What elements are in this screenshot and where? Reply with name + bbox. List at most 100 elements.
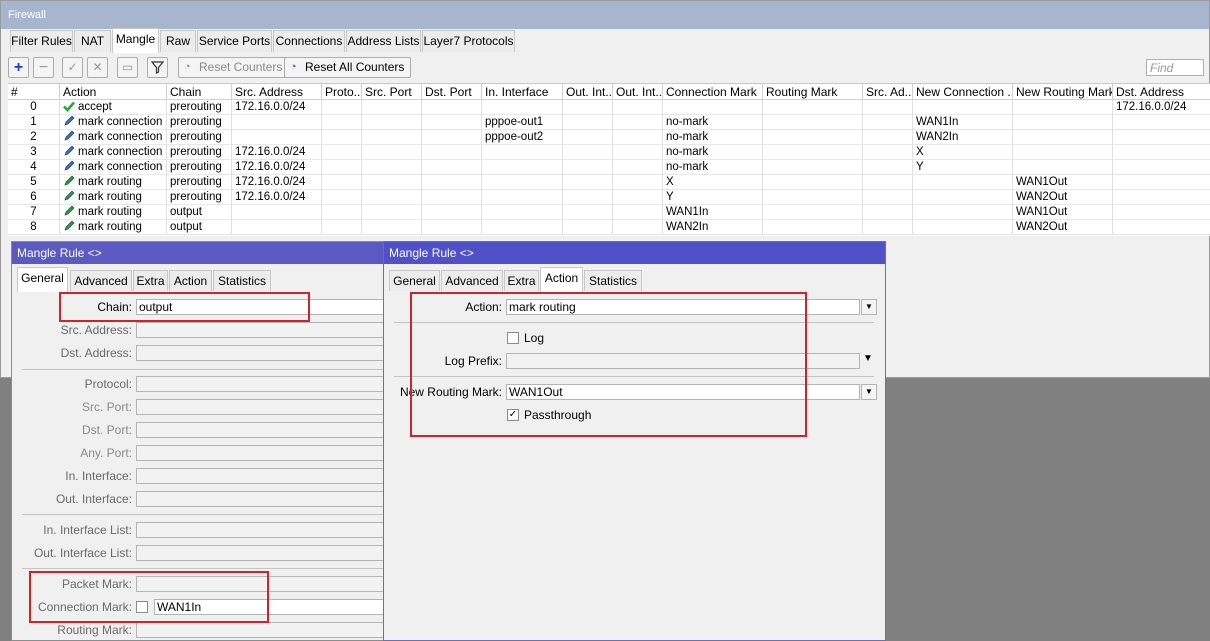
table-row[interactable]: 0 accept prerouting 172.16.0.0/24 172.16.0.0… bbox=[8, 100, 1210, 115]
tab-layer7-protocols[interactable]: Layer7 Protocols bbox=[422, 30, 515, 52]
cell-num: 1 bbox=[8, 115, 60, 130]
column-header[interactable]: Src. Port bbox=[362, 84, 422, 100]
column-header[interactable]: Routing Mark bbox=[763, 84, 863, 100]
reset-all-counters-button[interactable]: ◔ Reset All Counters bbox=[284, 57, 412, 78]
cell bbox=[763, 145, 863, 160]
any-port-field[interactable] bbox=[136, 445, 386, 461]
tab-action[interactable]: Action bbox=[169, 270, 212, 291]
add-button[interactable]: + bbox=[8, 57, 29, 78]
general-window-title[interactable]: Mangle Rule <> bbox=[12, 242, 383, 264]
column-header[interactable]: Src. Ad... bbox=[863, 84, 913, 100]
tab-statistics[interactable]: Statistics bbox=[584, 270, 642, 291]
column-header[interactable]: Proto... bbox=[322, 84, 362, 100]
connection-mark-field[interactable]: WAN1In bbox=[154, 599, 386, 615]
log-checkbox[interactable] bbox=[507, 332, 519, 344]
table-row[interactable]: 2 mark connection prerouting pppoe-out2 no-m… bbox=[8, 130, 1210, 145]
chain-field[interactable]: output bbox=[136, 299, 386, 315]
disable-button[interactable]: ✕ bbox=[87, 57, 108, 78]
tab-mangle[interactable]: Mangle bbox=[112, 28, 159, 53]
cell-action: mark connection bbox=[60, 160, 167, 175]
out-interface-field[interactable] bbox=[136, 491, 386, 507]
column-header[interactable]: In. Interface bbox=[482, 84, 563, 100]
tab-address-lists[interactable]: Address Lists bbox=[346, 30, 421, 52]
check-icon bbox=[63, 100, 75, 112]
filter-button[interactable] bbox=[147, 57, 168, 78]
column-header[interactable]: Out. Int... bbox=[613, 84, 663, 100]
column-header[interactable]: Dst. Address bbox=[1113, 84, 1210, 100]
cell-src bbox=[232, 115, 322, 130]
table-row[interactable]: 6 mark routing prerouting 172.16.0.0/24 Y WAN… bbox=[8, 190, 1210, 205]
table-row[interactable]: 7 mark routing output WAN1In WAN1Out bbox=[8, 205, 1210, 220]
window-title: Firewall bbox=[8, 9, 46, 21]
log-prefix-field[interactable] bbox=[506, 353, 860, 369]
tab-advanced[interactable]: Advanced bbox=[441, 270, 503, 291]
packet-mark-label: Packet Mark: bbox=[61, 577, 132, 591]
column-header[interactable]: Action bbox=[60, 84, 167, 100]
cell-new_route: WAN2Out bbox=[1013, 190, 1113, 205]
new-routing-mark-dropdown-button[interactable]: ▼ bbox=[861, 384, 877, 400]
table-row[interactable]: 3 mark connection prerouting 172.16.0.0/24 n… bbox=[8, 145, 1210, 160]
cell-in_if bbox=[482, 145, 563, 160]
tab-filter-rules[interactable]: Filter Rules bbox=[10, 30, 73, 52]
src-port-field[interactable] bbox=[136, 399, 386, 415]
tab-action[interactable]: Action bbox=[540, 267, 583, 292]
src-address-field[interactable] bbox=[136, 322, 386, 338]
in-interface-label: In. Interface: bbox=[65, 469, 132, 483]
cell-src: 172.16.0.0/24 bbox=[232, 160, 322, 175]
passthrough-checkbox[interactable]: ✓ bbox=[507, 409, 519, 421]
protocol-field[interactable] bbox=[136, 376, 386, 392]
remove-button[interactable]: − bbox=[33, 57, 54, 78]
column-header[interactable]: Out. Int... bbox=[563, 84, 613, 100]
column-header[interactable]: # bbox=[8, 84, 60, 100]
pencil-icon bbox=[63, 130, 75, 142]
cell-chain: prerouting bbox=[167, 145, 232, 160]
tab-raw[interactable]: Raw bbox=[160, 30, 196, 52]
tab-general[interactable]: General bbox=[389, 270, 440, 291]
tab-connections[interactable]: Connections bbox=[273, 30, 345, 52]
out-interface-list-field[interactable] bbox=[136, 545, 386, 561]
column-header[interactable]: New Routing Mark bbox=[1013, 84, 1113, 100]
tab-advanced[interactable]: Advanced bbox=[70, 270, 132, 291]
comment-button[interactable]: ▭ bbox=[117, 57, 138, 78]
connection-mark-negate-checkbox[interactable] bbox=[136, 601, 148, 613]
cell-new_route bbox=[1013, 160, 1113, 175]
in-interface-list-field[interactable] bbox=[136, 522, 386, 538]
action-text: mark connection bbox=[78, 146, 163, 158]
tab-statistics[interactable]: Statistics bbox=[213, 270, 271, 291]
table-row[interactable]: 1 mark connection prerouting pppoe-out1 no-m… bbox=[8, 115, 1210, 130]
cell-action: mark connection bbox=[60, 130, 167, 145]
dst-address-field[interactable] bbox=[136, 345, 386, 361]
action-window-title[interactable]: Mangle Rule <> bbox=[384, 242, 885, 264]
table-row[interactable]: 5 mark routing prerouting 172.16.0.0/24 X WAN… bbox=[8, 175, 1210, 190]
log-prefix-dropdown-icon[interactable]: ▼ bbox=[863, 353, 873, 364]
toolbar: + − ✓ ✕ ▭ ◔ Reset Counters ◔ Reset All C… bbox=[5, 55, 1205, 81]
cell-new_route: WAN2Out bbox=[1013, 220, 1113, 235]
reset-counters-button[interactable]: ◔ Reset Counters bbox=[178, 57, 290, 78]
tab-nat[interactable]: NAT bbox=[74, 30, 111, 52]
find-input[interactable]: Find bbox=[1146, 59, 1204, 76]
new-routing-mark-field[interactable]: WAN1Out bbox=[506, 384, 860, 400]
column-header[interactable]: Chain bbox=[167, 84, 232, 100]
in-interface-field[interactable] bbox=[136, 468, 386, 484]
enable-button[interactable]: ✓ bbox=[62, 57, 83, 78]
table-row[interactable]: 8 mark routing output WAN2In WAN2Out bbox=[8, 220, 1210, 235]
cell-conn_mark: no-mark bbox=[663, 145, 763, 160]
column-header[interactable]: Src. Address bbox=[232, 84, 322, 100]
dst-port-field[interactable] bbox=[136, 422, 386, 438]
cell-num: 3 bbox=[8, 145, 60, 160]
action-dropdown-button[interactable]: ▼ bbox=[861, 299, 877, 315]
column-header[interactable]: Dst. Port bbox=[422, 84, 482, 100]
tab-extra[interactable]: Extra bbox=[504, 270, 539, 291]
table-row[interactable]: 4 mark connection prerouting 172.16.0.0/24 n… bbox=[8, 160, 1210, 175]
packet-mark-field[interactable] bbox=[136, 576, 386, 592]
tab-extra[interactable]: Extra bbox=[133, 270, 168, 291]
column-header[interactable]: New Connection ... bbox=[913, 84, 1013, 100]
tab-general[interactable]: General bbox=[17, 267, 68, 292]
cell-num: 0 bbox=[8, 100, 60, 115]
action-select[interactable]: mark routing bbox=[506, 299, 860, 315]
cell-in_if: pppoe-out2 bbox=[482, 130, 563, 145]
firewall-title-bar[interactable]: Firewall bbox=[1, 1, 1209, 29]
cell bbox=[362, 190, 422, 205]
column-header[interactable]: Connection Mark bbox=[663, 84, 763, 100]
tab-service-ports[interactable]: Service Ports bbox=[197, 30, 272, 52]
